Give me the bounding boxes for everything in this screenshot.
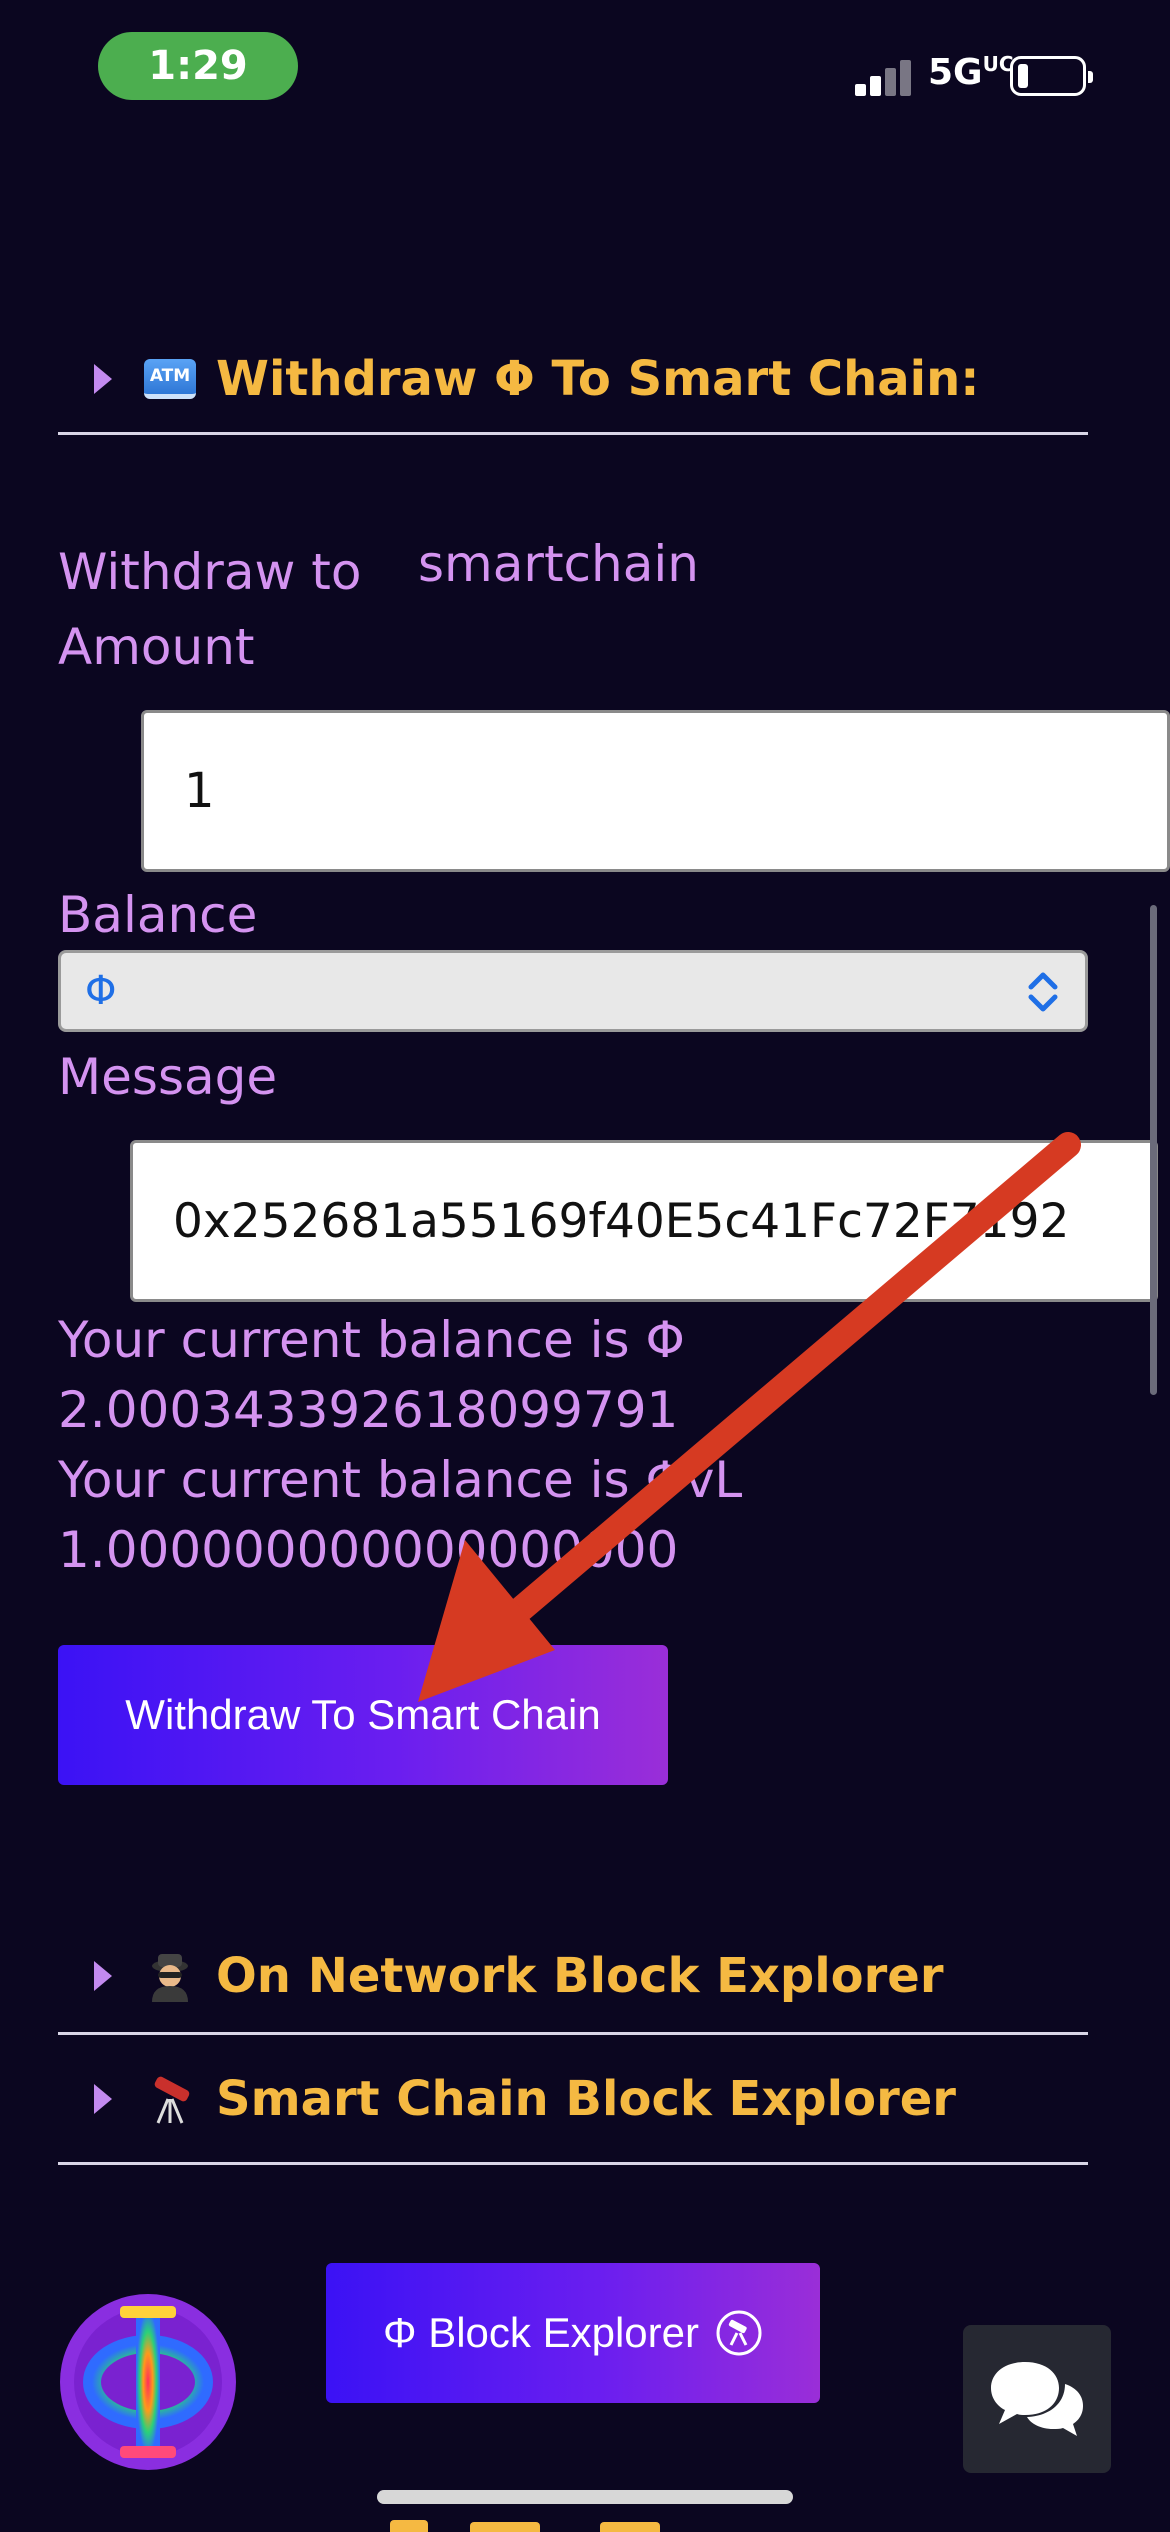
smart-chain-explorer-header[interactable]: Smart Chain Block Explorer	[58, 2035, 1088, 2165]
network-indicator: 5GUC	[928, 52, 1014, 93]
message-label: Message	[58, 1048, 278, 1106]
message-input[interactable]: 0x252681a55169f40E5c41Fc72F7192	[130, 1140, 1158, 1302]
atm-icon: ATM	[142, 358, 198, 399]
balance-select[interactable]: Φ	[58, 950, 1088, 1032]
page: 1:29 5GUC ATM Withdraw Φ To Smart Chain:…	[0, 0, 1170, 2532]
withdraw-to-smart-chain-button[interactable]: Withdraw To Smart Chain	[58, 1645, 668, 1785]
smart-chain-explorer-title: Smart Chain Block Explorer	[216, 2070, 956, 2127]
page-scrollbar[interactable]	[1150, 905, 1157, 1395]
withdraw-section-title: Withdraw Φ To Smart Chain:	[216, 350, 980, 407]
balance-phi-value: 2.000343392618099791	[58, 1381, 679, 1439]
disclosure-triangle-icon	[94, 2083, 112, 2114]
signal-icon	[855, 60, 913, 96]
withdraw-to-label: Withdraw to	[58, 543, 362, 601]
phi-logo-icon[interactable]	[58, 2292, 238, 2472]
disclosure-triangle-icon	[94, 1961, 112, 1991]
amount-input[interactable]: 1	[141, 710, 1170, 872]
block-explorer-button[interactable]: Φ Block Explorer	[326, 2263, 820, 2403]
amount-label: Amount	[58, 618, 255, 676]
on-network-explorer-title: On Network Block Explorer	[216, 1948, 944, 2004]
spy-icon	[142, 1950, 198, 2002]
telescope-icon	[716, 2310, 762, 2356]
telescope-icon	[142, 2073, 198, 2125]
offscreen-heading-edge	[390, 2510, 680, 2532]
status-time: 1:29	[98, 32, 298, 100]
disclosure-triangle-icon	[94, 363, 112, 394]
chat-button[interactable]	[963, 2325, 1111, 2473]
battery-icon	[1010, 56, 1093, 96]
on-network-explorer-header[interactable]: On Network Block Explorer	[58, 1920, 1088, 2035]
balance-label: Balance	[58, 886, 258, 944]
select-chevrons-icon	[1028, 972, 1058, 1012]
balance-phivl-value: 1.000000000000000000	[58, 1521, 679, 1579]
withdraw-to-value: smartchain	[418, 535, 699, 593]
chat-bubbles-icon	[991, 2362, 1083, 2436]
home-indicator	[377, 2490, 793, 2504]
withdraw-section-header[interactable]: ATM Withdraw Φ To Smart Chain:	[58, 325, 1088, 435]
balance-phivl-text: Your current balance is ΦvL	[58, 1451, 743, 1509]
balance-phi-text: Your current balance is Φ	[58, 1311, 685, 1369]
